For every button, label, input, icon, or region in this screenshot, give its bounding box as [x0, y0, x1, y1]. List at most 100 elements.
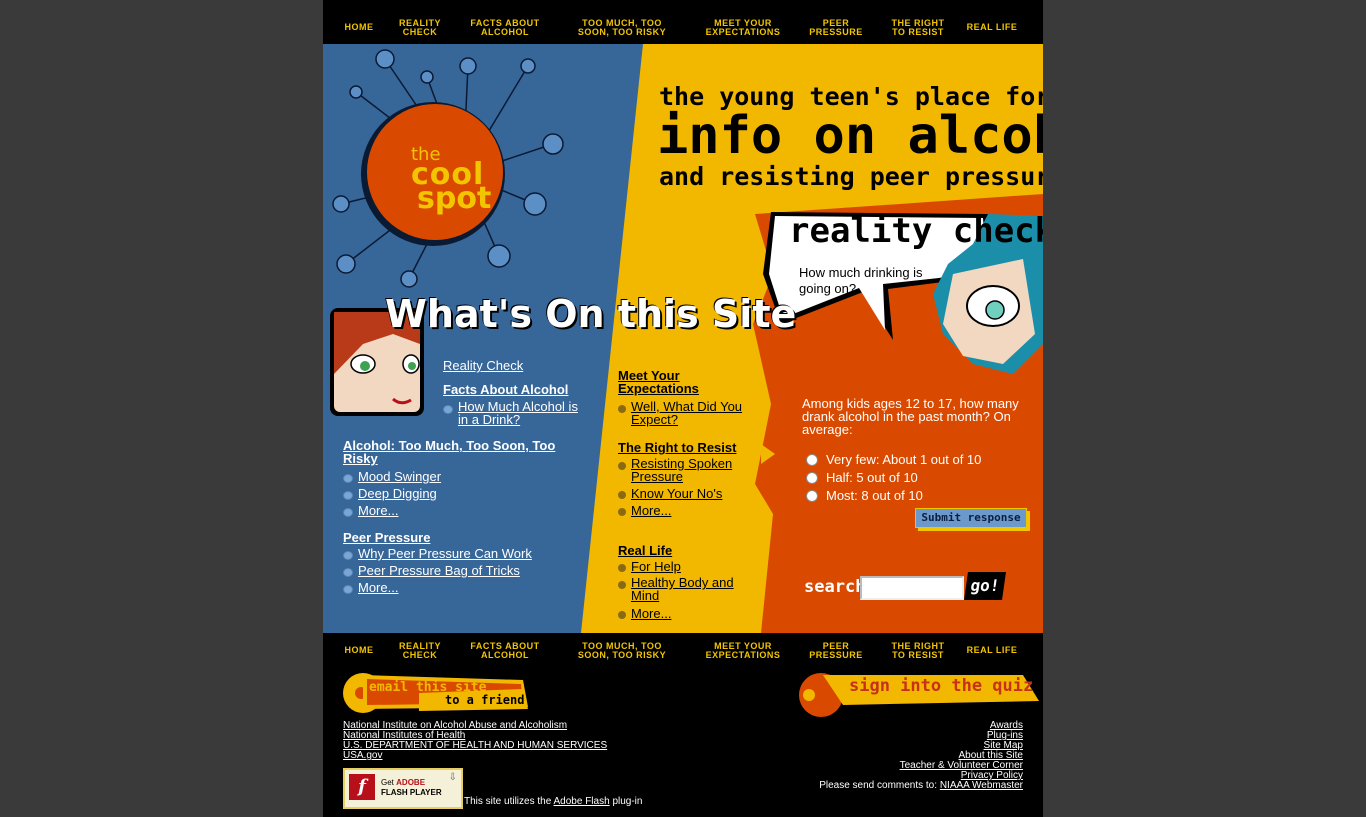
- link-text[interactable]: How Much Alcohol is in a Drink?: [458, 400, 583, 426]
- reality-question: Among kids ages 12 to 17, how many drank…: [802, 396, 1019, 437]
- footer-link-hhs[interactable]: U.S. DEPARTMENT OF HEALTH AND HUMAN SERV…: [343, 741, 607, 751]
- bullet-icon: [343, 568, 353, 577]
- nav-expectations[interactable]: MEET YOUR EXPECTATIONS: [703, 18, 783, 38]
- link-text[interactable]: Peer Pressure: [343, 530, 430, 545]
- link-text[interactable]: Mood Swinger: [358, 469, 441, 484]
- email-line-2: to a friend: [445, 693, 525, 707]
- radio-button[interactable]: [806, 453, 818, 466]
- nav-facts[interactable]: FACTS ABOUT ALCOHOL: [465, 18, 545, 38]
- bullet-icon: [343, 508, 353, 517]
- link-text[interactable]: Well, What Did You Expect?: [631, 400, 753, 426]
- submit-response-button[interactable]: Submit response: [915, 508, 1027, 528]
- logo[interactable]: the cool spot: [411, 146, 491, 214]
- section-expectations[interactable]: Meet Your Expectations: [618, 369, 738, 395]
- search-label: search: [804, 577, 866, 597]
- list-item[interactable]: More...: [618, 606, 671, 621]
- list-item[interactable]: Why Peer Pressure Can Work: [343, 546, 532, 561]
- link-text[interactable]: More...: [631, 606, 671, 621]
- list-item[interactable]: Know Your No's: [618, 486, 722, 501]
- list-item[interactable]: Resisting Spoken Pressure: [618, 457, 743, 483]
- link-text[interactable]: Peer Pressure Bag of Tricks: [358, 563, 520, 578]
- nav-peer[interactable]: PEER PRESSURE: [809, 18, 863, 38]
- list-item[interactable]: More...: [618, 503, 671, 518]
- reality-check-title: reality check: [789, 211, 1043, 251]
- bullet-icon: [618, 508, 626, 516]
- list-item[interactable]: How Much Alcohol is in a Drink?: [443, 400, 583, 426]
- quiz-banner[interactable]: sign into the quiz: [849, 676, 1033, 696]
- search-input[interactable]: [860, 576, 964, 600]
- nav-expectations[interactable]: MEET YOUR EXPECTATIONS: [703, 641, 783, 661]
- link-text[interactable]: Healthy Body and Mind: [631, 576, 743, 602]
- webmaster-link[interactable]: NIAAA Webmaster: [940, 780, 1023, 791]
- list-item[interactable]: Peer Pressure Bag of Tricks: [343, 563, 520, 578]
- comments-line: Please send comments to: NIAAA Webmaster: [819, 781, 1023, 791]
- nav-facts[interactable]: FACTS ABOUT ALCOHOL: [465, 641, 545, 661]
- link-text[interactable]: Deep Digging: [358, 486, 437, 501]
- nav-home[interactable]: HOME: [337, 18, 381, 36]
- nav-reality-check[interactable]: REALITY CHECK: [393, 641, 447, 661]
- bullet-icon: [343, 585, 353, 594]
- flash-note: This site utilizes the Adobe Flash plug-…: [464, 796, 642, 807]
- bullet-icon: [443, 405, 453, 414]
- list-item[interactable]: More...: [343, 580, 398, 595]
- link-text[interactable]: Know Your No's: [631, 486, 722, 501]
- nav-home[interactable]: HOME: [337, 641, 381, 659]
- list-item[interactable]: More...: [343, 503, 398, 518]
- section-facts[interactable]: Facts About Alcohol: [443, 381, 568, 399]
- section-peer[interactable]: Peer Pressure: [343, 529, 430, 547]
- link-text[interactable]: More...: [358, 580, 398, 595]
- link-text[interactable]: The Right to Resist: [618, 440, 736, 455]
- section-right[interactable]: The Right to Resist: [618, 439, 736, 457]
- radio-button[interactable]: [806, 471, 818, 484]
- comments-prefix: Please send comments to:: [819, 780, 938, 791]
- radio-button[interactable]: [806, 489, 818, 502]
- reality-bubble-text: How much drinking is going on?: [799, 265, 923, 296]
- link-text[interactable]: For Help: [631, 559, 681, 574]
- bullet-icon: [343, 491, 353, 500]
- flash-get: Get ADOBE: [381, 778, 426, 787]
- section-real-life[interactable]: Real Life: [618, 542, 672, 560]
- search-go-button[interactable]: go!: [964, 572, 1006, 600]
- download-arrow-icon: ⇩: [448, 772, 457, 783]
- nav-right[interactable]: THE RIGHT TO RESIST: [885, 18, 951, 38]
- nav-real-life[interactable]: REAL LIFE: [963, 18, 1021, 36]
- link-text[interactable]: More...: [358, 503, 398, 518]
- list-item[interactable]: For Help: [618, 559, 681, 574]
- link-text[interactable]: Facts About Alcohol: [443, 382, 568, 397]
- link-text[interactable]: Real Life: [618, 543, 672, 558]
- nav-too-much[interactable]: TOO MUCH, TOO SOON, TOO RISKY: [565, 641, 679, 661]
- footer-links-right: Awards Plug-ins Site Map About this Site…: [819, 721, 1023, 791]
- link-text[interactable]: Reality Check: [443, 358, 523, 373]
- radio-label: Half: 5 out of 10: [826, 470, 918, 485]
- reality-option-2[interactable]: Half: 5 out of 10: [806, 470, 918, 485]
- link-reality-check[interactable]: Reality Check: [443, 357, 523, 375]
- nav-real-life[interactable]: REAL LIFE: [963, 641, 1021, 659]
- list-item[interactable]: Mood Swinger: [343, 469, 441, 484]
- section-too-much[interactable]: Alcohol: Too Much, Too Soon, Too Risky: [343, 439, 583, 465]
- whats-on-title: What's On this Site: [385, 292, 797, 336]
- list-item[interactable]: Well, What Did You Expect?: [618, 400, 753, 426]
- nav-right[interactable]: THE RIGHT TO RESIST: [885, 641, 951, 661]
- link-text[interactable]: Meet Your Expectations: [618, 368, 699, 396]
- list-item[interactable]: Healthy Body and Mind: [618, 576, 743, 602]
- bullet-icon: [618, 491, 626, 499]
- radio-label: Most: 8 out of 10: [826, 488, 923, 503]
- link-text[interactable]: Resisting Spoken Pressure: [631, 457, 743, 483]
- footer-links-left: National Institute on Alcohol Abuse and …: [343, 721, 607, 761]
- link-text[interactable]: Alcohol: Too Much, Too Soon, Too Risky: [343, 438, 555, 466]
- get-flash-badge[interactable]: f Get ADOBE FLASH PLAYER ⇩: [343, 768, 463, 809]
- flash-note-suffix: plug-in: [612, 796, 643, 807]
- reality-option-3[interactable]: Most: 8 out of 10: [806, 488, 923, 503]
- email-friend-banner[interactable]: email this site to a friend: [369, 680, 529, 716]
- list-item[interactable]: Deep Digging: [343, 486, 437, 501]
- link-text[interactable]: More...: [631, 503, 671, 518]
- flash-link[interactable]: Adobe Flash: [554, 796, 610, 807]
- footer-link-usagov[interactable]: USA.gov: [343, 751, 607, 761]
- reality-option-1[interactable]: Very few: About 1 out of 10: [806, 452, 981, 467]
- nav-too-much[interactable]: TOO MUCH, TOO SOON, TOO RISKY: [565, 18, 679, 38]
- link-text[interactable]: Why Peer Pressure Can Work: [358, 546, 532, 561]
- nav-reality-check[interactable]: REALITY CHECK: [393, 18, 447, 38]
- flash-note-prefix: This site utilizes the: [464, 796, 552, 807]
- nav-peer[interactable]: PEER PRESSURE: [809, 641, 863, 661]
- bullet-icon: [618, 581, 626, 589]
